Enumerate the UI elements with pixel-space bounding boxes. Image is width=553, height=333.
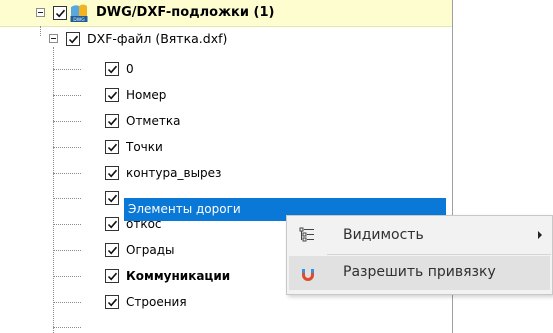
file-checkbox[interactable] [66,32,80,46]
collapse-expander-icon[interactable] [36,8,45,17]
tree-root-label: DWG/DXF-подложки (1) [96,5,275,20]
menu-separator [327,254,551,255]
tree-line [53,198,81,199]
menu-item-visibility[interactable]: Видимость [289,219,550,253]
layer-label[interactable]: откос [126,216,162,232]
layer-checkbox[interactable] [105,166,119,180]
layer-checkbox[interactable] [105,88,119,102]
layer-checkbox[interactable] [105,269,119,283]
layer-label[interactable]: Строения [126,294,187,310]
tree-line [53,173,81,174]
layer-label[interactable]: Коммуникации [126,268,230,284]
layer-checkbox[interactable] [105,191,119,205]
layer-checkbox[interactable] [105,114,119,128]
menu-item-enable-snap[interactable]: Разрешить привязку [289,256,550,290]
layer-checkbox[interactable] [105,295,119,309]
magnet-icon [299,264,317,285]
file-node-label[interactable]: DXF-файл (Вятка.dxf) [87,31,227,47]
layer-checkbox[interactable] [105,140,119,154]
layer-checkbox[interactable] [105,62,119,76]
tree-line [53,147,81,148]
tree-line [53,224,81,225]
layer-label[interactable]: Номер [126,87,166,103]
layer-label[interactable]: контура_вырез [126,165,221,181]
tree-line [53,69,81,70]
tree-line [53,250,81,251]
layer-label[interactable]: 0 [126,61,134,77]
root-checkbox[interactable] [53,6,67,20]
tree-line [53,95,81,96]
tree-line [53,47,54,333]
tree-line [53,327,81,328]
layer-label[interactable]: Отметка [126,113,180,129]
layer-checkbox[interactable] [105,217,119,231]
submenu-arrow-icon [538,231,542,239]
tree-line [53,121,81,122]
tree-line [53,302,81,303]
collapse-expander-icon[interactable] [49,34,58,43]
layer-checkbox[interactable] [105,243,119,257]
svg-text:DWG: DWG [73,17,85,23]
layer-label[interactable]: Ограды [126,242,175,258]
tree-line [40,26,41,36]
visibility-icon [299,227,315,246]
context-menu: Видимость Разрешить привязку [286,215,553,295]
layer-label[interactable]: Точки [126,139,163,155]
layer-label-selected[interactable]: Элементы дороги [128,201,241,217]
menu-item-label: Разрешить привязку [343,264,496,280]
dwg-file-icon: DWG [70,3,88,26]
menu-item-label: Видимость [343,227,424,243]
tree-line [53,276,81,277]
